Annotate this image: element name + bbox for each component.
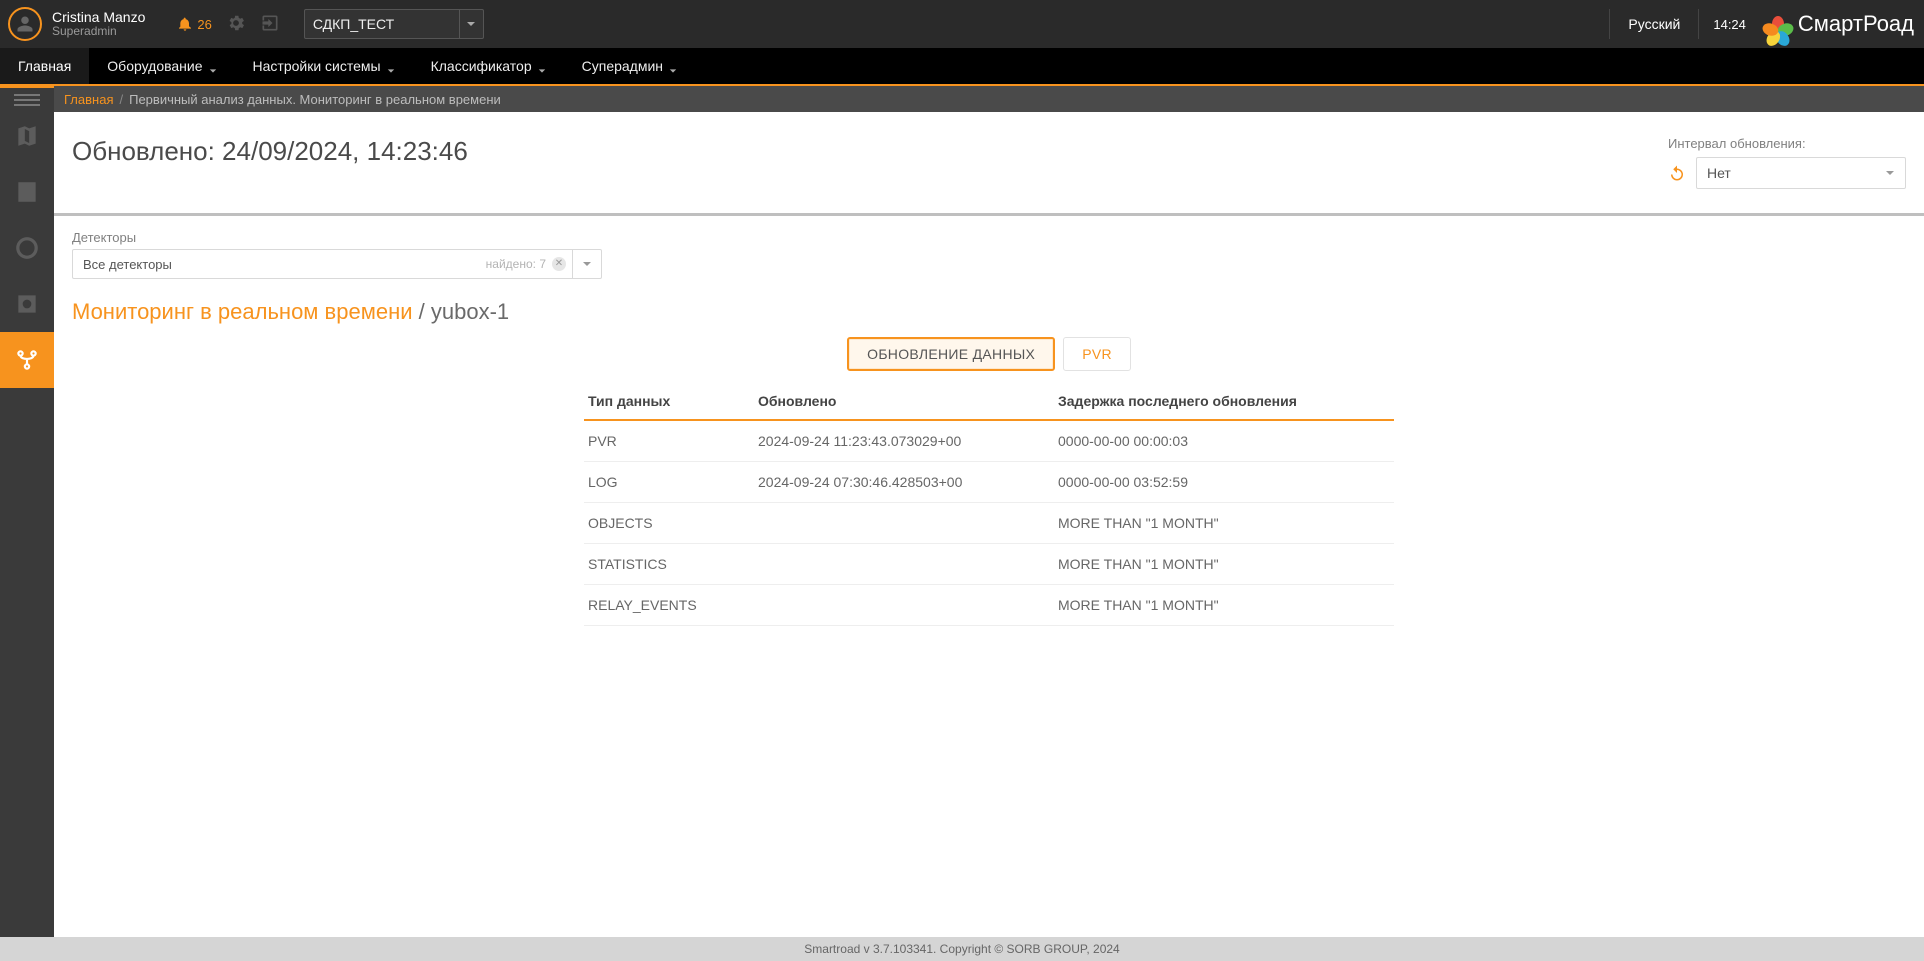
nav-classifier[interactable]: Классификатор — [413, 48, 564, 84]
table-header: Тип данных Обновлено Задержка последнего… — [584, 383, 1394, 421]
updated-prefix: Обновлено: — [72, 136, 222, 166]
nav-home[interactable]: Главная — [0, 48, 89, 84]
nav-label: Суперадмин — [582, 58, 663, 74]
sidebar — [0, 86, 54, 937]
table-row: PVR 2024-09-24 11:23:43.073029+00 0000-0… — [584, 421, 1394, 462]
chevron-down-icon — [209, 62, 217, 70]
footer: Smartroad v 3.7.103341. Copyright © SORB… — [0, 937, 1924, 961]
language-label: Русский — [1628, 16, 1680, 32]
tab-pvr[interactable]: PVR — [1063, 337, 1131, 371]
td-type: OBJECTS — [588, 515, 758, 531]
tab-update[interactable]: ОБНОВЛЕНИЕ ДАННЫХ — [847, 337, 1055, 371]
clock-value: 14:24 — [1713, 17, 1746, 32]
chevron-down-icon — [538, 62, 546, 70]
th-type: Тип данных — [588, 393, 758, 409]
tab-label: ОБНОВЛЕНИЕ ДАННЫХ — [867, 346, 1035, 362]
td-type: LOG — [588, 474, 758, 490]
footer-text: Smartroad v 3.7.103341. Copyright © SORB… — [804, 942, 1119, 956]
chevron-down-icon — [459, 10, 483, 38]
navbar: Главная Оборудование Настройки системы К… — [0, 48, 1924, 86]
td-type: PVR — [588, 433, 758, 449]
brand-logo-icon — [1764, 10, 1792, 38]
sidebar-item-report[interactable] — [0, 164, 54, 220]
project-select[interactable]: СДКП_ТЕСТ — [304, 9, 484, 39]
nav-label: Настройки системы — [253, 58, 381, 74]
logout-icon[interactable] — [260, 13, 280, 36]
page-updated: Обновлено: 24/09/2024, 14:23:46 — [72, 136, 468, 167]
sidebar-toggle[interactable] — [0, 88, 54, 108]
nav-system-settings[interactable]: Настройки системы — [235, 48, 413, 84]
td-type: RELAY_EVENTS — [588, 597, 758, 613]
breadcrumb-home[interactable]: Главная — [64, 92, 113, 107]
topbar: Cristina Manzo Superadmin 26 СДКП_ТЕСТ Р… — [0, 0, 1924, 48]
td-delay: 0000-00-00 00:00:03 — [1058, 433, 1390, 449]
tabs: ОБНОВЛЕНИЕ ДАННЫХ PVR — [54, 337, 1924, 371]
td-delay: 0000-00-00 03:52:59 — [1058, 474, 1390, 490]
sidebar-item-map[interactable] — [0, 108, 54, 164]
language-switch[interactable]: Русский — [1609, 9, 1680, 39]
td-updated: 2024-09-24 11:23:43.073029+00 — [758, 433, 1058, 449]
table-row: RELAY_EVENTS MORE THAN "1 MONTH" — [584, 585, 1394, 626]
nav-label: Оборудование — [107, 58, 202, 74]
tab-label: PVR — [1082, 346, 1112, 362]
chevron-down-icon — [573, 259, 601, 269]
th-delay: Задержка последнего обновления — [1058, 393, 1390, 409]
updated-value: 24/09/2024, 14:23:46 — [222, 136, 468, 166]
sidebar-item-monitoring[interactable] — [0, 332, 54, 388]
chevron-down-icon — [669, 62, 677, 70]
interval-label: Интервал обновления: — [1668, 136, 1906, 151]
detectors-found-text: найдено: 7 — [486, 257, 546, 271]
data-table: Тип данных Обновлено Задержка последнего… — [584, 383, 1394, 626]
user-name: Cristina Manzo — [52, 10, 145, 25]
section-sep: / — [413, 299, 431, 324]
notifications-count: 26 — [197, 17, 211, 32]
td-delay: MORE THAN "1 MONTH" — [1058, 556, 1390, 572]
table-row: OBJECTS MORE THAN "1 MONTH" — [584, 503, 1394, 544]
brand: СмартРоад — [1764, 10, 1914, 38]
reload-icon[interactable] — [1668, 164, 1686, 182]
breadcrumb-current: Первичный анализ данных. Мониторинг в ре… — [129, 92, 501, 107]
sidebar-item-status[interactable] — [0, 220, 54, 276]
interval-select[interactable]: Нет — [1696, 157, 1906, 189]
project-select-value: СДКП_ТЕСТ — [313, 16, 394, 32]
section-title: Мониторинг в реальном времени / yubox-1 — [54, 289, 1924, 331]
nav-label: Классификатор — [431, 58, 532, 74]
breadcrumb-sep: / — [119, 92, 123, 107]
td-delay: MORE THAN "1 MONTH" — [1058, 515, 1390, 531]
sidebar-item-camera[interactable] — [0, 276, 54, 332]
content: Главная / Первичный анализ данных. Монит… — [54, 86, 1924, 937]
gear-icon[interactable] — [226, 13, 246, 36]
clock: 14:24 — [1698, 9, 1746, 39]
nav-equipment[interactable]: Оборудование — [89, 48, 234, 84]
nav-superadmin[interactable]: Суперадмин — [564, 48, 695, 84]
clear-icon[interactable]: ✕ — [552, 257, 566, 271]
notifications-button[interactable]: 26 — [177, 16, 211, 32]
td-type: STATISTICS — [588, 556, 758, 572]
detectors-select[interactable]: Все детекторы найдено: 7 ✕ — [72, 249, 602, 279]
user-role: Superadmin — [52, 25, 145, 38]
breadcrumb: Главная / Первичный анализ данных. Монит… — [54, 86, 1924, 112]
section-monitoring[interactable]: Мониторинг в реальном времени — [72, 299, 413, 324]
chevron-down-icon — [387, 62, 395, 70]
avatar — [8, 7, 42, 41]
table-row: STATISTICS MORE THAN "1 MONTH" — [584, 544, 1394, 585]
td-updated: 2024-09-24 07:30:46.428503+00 — [758, 474, 1058, 490]
nav-label: Главная — [18, 58, 71, 74]
detectors-label: Детекторы — [72, 230, 1906, 245]
section-device: yubox-1 — [431, 299, 509, 324]
interval-value: Нет — [1707, 165, 1731, 181]
chevron-down-icon — [1885, 165, 1895, 181]
th-updated: Обновлено — [758, 393, 1058, 409]
brand-name: СмартРоад — [1798, 11, 1914, 37]
detectors-value: Все детекторы — [73, 257, 486, 272]
td-delay: MORE THAN "1 MONTH" — [1058, 597, 1390, 613]
user-block[interactable]: Cristina Manzo Superadmin — [8, 7, 145, 41]
detectors-found: найдено: 7 ✕ — [486, 250, 573, 278]
table-row: LOG 2024-09-24 07:30:46.428503+00 0000-0… — [584, 462, 1394, 503]
